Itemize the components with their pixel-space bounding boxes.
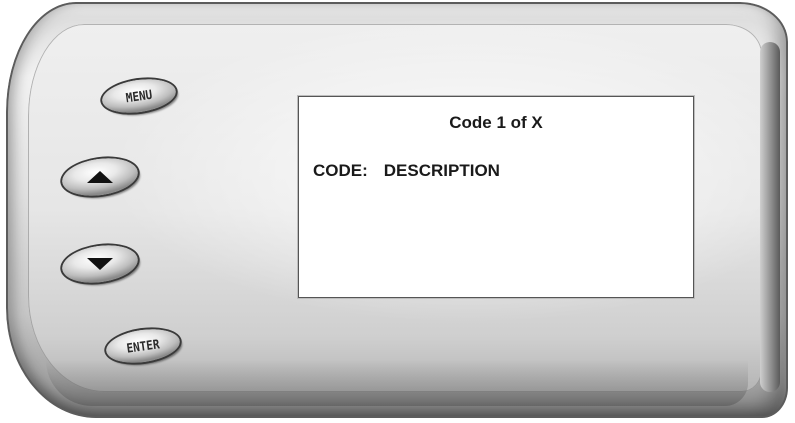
menu-button[interactable]: MENU [100,75,178,117]
screen-title: Code 1 of X [449,113,543,132]
enter-button[interactable]: ENTER [104,325,182,367]
stage: MENU ENTER Code 1 of X CODE: DESCRIPTION [0,0,795,423]
device-right-edge [760,42,780,392]
code-row: CODE: DESCRIPTION [313,161,500,181]
enter-button-label: ENTER [125,336,161,356]
down-arrow-icon [87,258,113,270]
down-button[interactable] [59,240,141,288]
code-label: CODE: [313,161,368,180]
description-label: DESCRIPTION [383,161,500,180]
menu-button-label: MENU [124,86,154,106]
up-button[interactable] [59,153,141,201]
up-arrow-icon [87,171,113,183]
lcd-screen: Code 1 of X CODE: DESCRIPTION [298,96,694,298]
